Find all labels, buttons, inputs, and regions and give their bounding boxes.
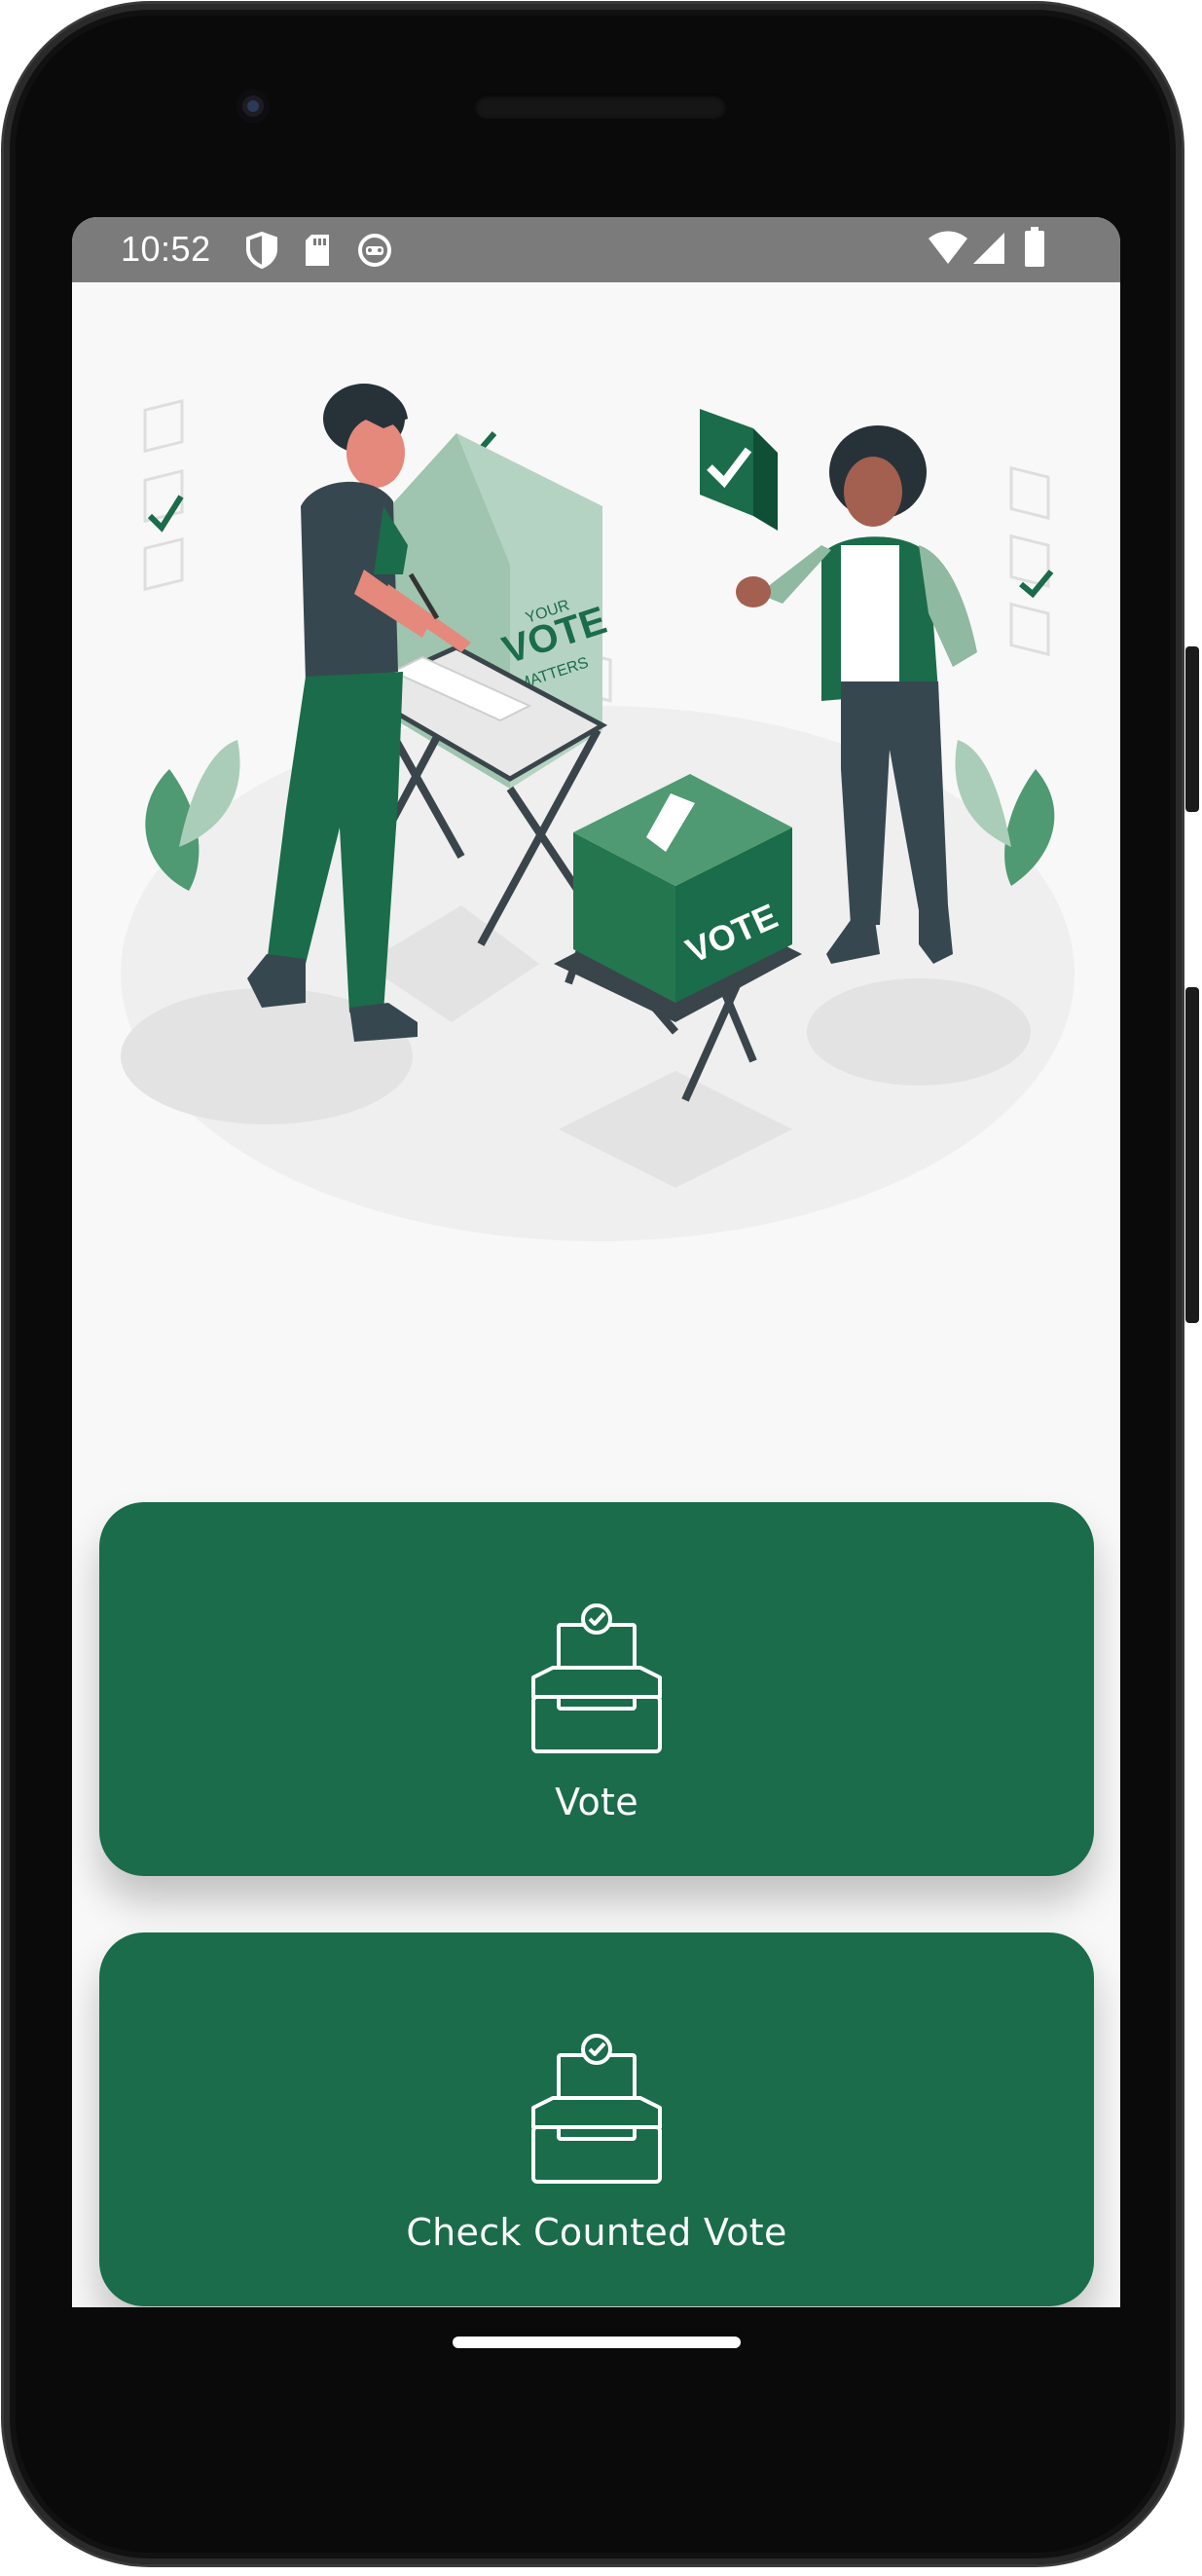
front-camera (237, 90, 270, 123)
ballot-box-icon (531, 2034, 662, 2184)
volume-button (1185, 987, 1199, 1323)
home-gesture-bar[interactable] (453, 2337, 741, 2348)
earpiece-speaker (474, 93, 727, 119)
voting-illustration: YOUR VOTE MATTERS VOTE (121, 384, 1075, 1241)
shield-icon (246, 231, 277, 270)
cell-signal-icon (973, 233, 1004, 264)
power-button (1185, 646, 1199, 812)
status-time: 10:52 (121, 229, 211, 269)
screen: 10:52 YOUR VOTE MATTERS VOTE Vote Check … (72, 217, 1120, 2307)
status-bar: 10:52 (72, 217, 1120, 282)
vote-button-label: Vote (555, 1781, 638, 1823)
ballot-box-icon (531, 1603, 662, 1753)
phone-frame: 10:52 YOUR VOTE MATTERS VOTE Vote Check … (4, 4, 1199, 2564)
robot-face-icon (358, 234, 391, 267)
main-content: YOUR VOTE MATTERS VOTE Vote Check Counte… (72, 282, 1120, 2307)
wifi-icon (929, 231, 967, 264)
battery-icon (1025, 227, 1044, 267)
vote-button[interactable]: Vote (99, 1502, 1094, 1876)
sd-card-icon (306, 235, 329, 266)
